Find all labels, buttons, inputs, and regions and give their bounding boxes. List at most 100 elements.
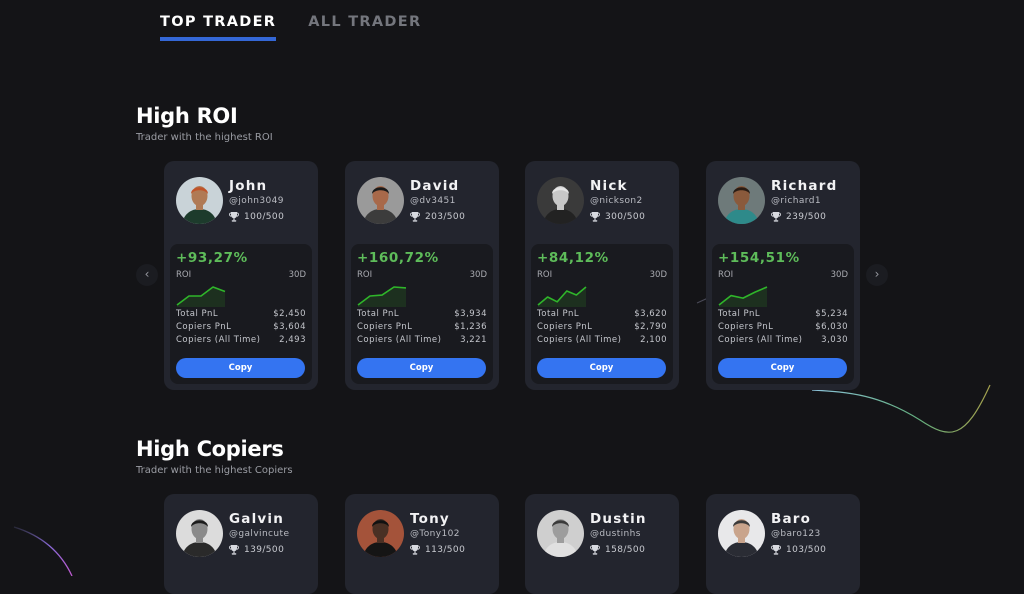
trader-handle: @nickson2 [590, 196, 643, 206]
trader-rank: 300/500 [589, 211, 645, 223]
trader-handle: @galvincute [229, 529, 290, 539]
copiers-pnl-value: $3,604 [273, 322, 306, 332]
period-label: 30D [830, 270, 848, 280]
avatar [537, 510, 584, 557]
total-pnl-row: Total PnL $5,234 [718, 309, 848, 319]
section-subtitle-high-roi: Trader with the highest ROI [136, 132, 273, 143]
chevron-right-icon: › [874, 267, 880, 281]
roi-label: ROI [718, 270, 734, 280]
avatar-image [718, 177, 765, 224]
copy-button[interactable]: Copy [718, 358, 847, 378]
rank-value: 100/500 [244, 212, 285, 222]
roi-sparkline [176, 286, 226, 307]
chevron-left-icon: ‹ [144, 267, 150, 281]
trophy-icon [228, 211, 240, 223]
total-pnl-row: Total PnL $2,450 [176, 309, 306, 319]
copy-button[interactable]: Copy [537, 358, 666, 378]
avatar [357, 510, 404, 557]
avatar [718, 177, 765, 224]
sparkline-area [358, 287, 406, 307]
avatar [176, 177, 223, 224]
copiers-pnl-label: Copiers PnL [357, 322, 413, 332]
trader-rank: 139/500 [228, 544, 284, 556]
total-pnl-value: $3,934 [454, 309, 487, 319]
copy-button[interactable]: Copy [357, 358, 486, 378]
period-label: 30D [649, 270, 667, 280]
carousel-prev-button[interactable]: ‹ [136, 264, 158, 286]
roi-value: +84,12% [537, 250, 609, 266]
copiers-pnl-value: $6,030 [815, 322, 848, 332]
copiers-all-time-label: Copiers (All Time) [176, 335, 261, 345]
avatar [537, 177, 584, 224]
copy-button[interactable]: Copy [176, 358, 305, 378]
trader-rank: 239/500 [770, 211, 826, 223]
period-label: 30D [288, 270, 306, 280]
trader-stats: +93,27% ROI 30D Total PnL $2,450 Copiers… [170, 244, 312, 384]
trader-name[interactable]: Richard [771, 178, 837, 194]
copiers-pnl-label: Copiers PnL [537, 322, 593, 332]
section-title-high-copiers: High Copiers [136, 437, 284, 461]
trophy-icon [589, 211, 601, 223]
trader-card: Tony @Tony102 113/500 [345, 494, 499, 594]
trader-handle: @dustinhs [590, 529, 641, 539]
roi-value: +160,72% [357, 250, 439, 266]
total-pnl-value: $2,450 [273, 309, 306, 319]
tab-top-trader[interactable]: TOP TRADER [160, 14, 277, 41]
copiers-pnl-row: Copiers PnL $1,236 [357, 322, 487, 332]
trader-name[interactable]: Tony [410, 511, 450, 527]
copiers-all-time-value: 3,221 [460, 335, 487, 345]
trader-name[interactable]: Dustin [590, 511, 647, 527]
rank-value: 203/500 [425, 212, 466, 222]
copiers-pnl-label: Copiers PnL [718, 322, 774, 332]
trader-name[interactable]: Galvin [229, 511, 284, 527]
copiers-all-time-row: Copiers (All Time) 2,100 [537, 335, 667, 345]
copiers-pnl-row: Copiers PnL $6,030 [718, 322, 848, 332]
trader-stats: +154,51% ROI 30D Total PnL $5,234 Copier… [712, 244, 854, 384]
trader-name[interactable]: Nick [590, 178, 628, 194]
total-pnl-label: Total PnL [718, 309, 761, 319]
avatar [357, 177, 404, 224]
copiers-all-time-label: Copiers (All Time) [718, 335, 803, 345]
rank-value: 300/500 [605, 212, 646, 222]
period-label: 30D [469, 270, 487, 280]
trader-rank: 203/500 [409, 211, 465, 223]
copiers-all-time-row: Copiers (All Time) 3,030 [718, 335, 848, 345]
roi-value: +154,51% [718, 250, 800, 266]
section-title-high-roi: High ROI [136, 104, 238, 128]
trophy-icon [589, 544, 601, 556]
trader-rank: 113/500 [409, 544, 465, 556]
copiers-all-time-row: Copiers (All Time) 2,493 [176, 335, 306, 345]
copiers-all-time-value: 3,030 [821, 335, 848, 345]
avatar-image [176, 510, 223, 557]
decor-curve-right [811, 384, 991, 433]
copiers-pnl-value: $1,236 [454, 322, 487, 332]
trader-name[interactable]: David [410, 178, 459, 194]
trader-handle: @dv3451 [410, 196, 456, 206]
trader-handle: @Tony102 [410, 529, 460, 539]
avatar-image [176, 177, 223, 224]
carousel-next-button[interactable]: › [866, 264, 888, 286]
trader-name[interactable]: John [229, 178, 267, 194]
roi-label: ROI [537, 270, 553, 280]
trader-stats: +84,12% ROI 30D Total PnL $3,620 Copiers… [531, 244, 673, 384]
trader-handle: @john3049 [229, 196, 284, 206]
total-pnl-label: Total PnL [537, 309, 580, 319]
roi-sparkline [718, 286, 768, 307]
roi-sparkline [357, 286, 407, 307]
rank-value: 158/500 [605, 545, 646, 555]
total-pnl-value: $3,620 [634, 309, 667, 319]
trader-rank: 100/500 [228, 211, 284, 223]
tab-all-trader[interactable]: ALL TRADER [308, 14, 421, 41]
trader-card: Galvin @galvincute 139/500 [164, 494, 318, 594]
copiers-all-time-value: 2,493 [279, 335, 306, 345]
trader-rank: 103/500 [770, 544, 826, 556]
roi-value: +93,27% [176, 250, 248, 266]
trader-card: Richard @richard1 239/500 +154,51% ROI 3… [706, 161, 860, 390]
total-pnl-row: Total PnL $3,934 [357, 309, 487, 319]
trophy-icon [770, 544, 782, 556]
decor-curve-left [13, 526, 73, 576]
trader-card: Nick @nickson2 300/500 +84,12% ROI 30D T… [525, 161, 679, 390]
trader-name[interactable]: Baro [771, 511, 811, 527]
trader-card: David @dv3451 203/500 +160,72% ROI 30D T… [345, 161, 499, 390]
total-pnl-row: Total PnL $3,620 [537, 309, 667, 319]
